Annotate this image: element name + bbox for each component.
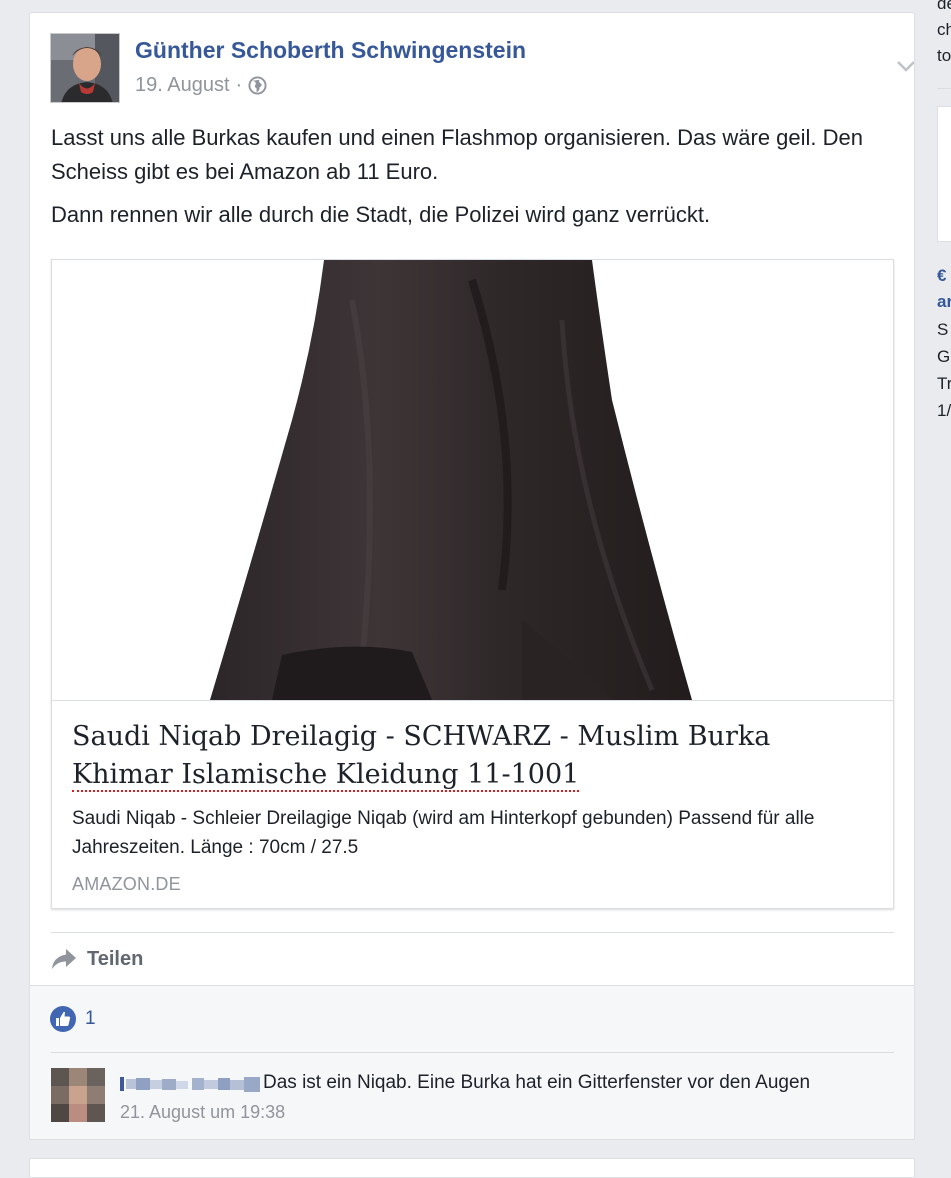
action-divider [51,932,894,933]
preview-domain: AMAZON.DE [72,874,181,894]
comment-divider [51,1052,894,1053]
post-date[interactable]: 19. August [135,74,230,97]
niqab-product-photo [210,260,692,700]
comment: Das ist ein Niqab. Eine Burka hat ein Gi… [51,1068,894,1128]
meta-separator: · [235,74,243,96]
next-post-card [29,1158,915,1178]
right-text-fragment: to [937,46,951,65]
pixelated-avatar [51,1068,105,1122]
right-text-fragment: Tr [937,374,951,393]
post-header: Günther Schoberth Schwingenstein 19. Aug… [50,33,914,105]
comment-timestamp[interactable]: 21. August um 19:38 [120,1102,285,1123]
post-meta: 19. August · [135,74,267,97]
share-button[interactable]: Teilen [51,943,143,975]
author-name[interactable]: Günther Schoberth Schwingenstein [135,37,526,64]
post-paragraph: Dann rennen wir alle durch die Stadt, di… [51,202,711,227]
post-paragraph: Lasst uns alle Burkas kaufen und einen F… [51,125,864,184]
preview-title-main: Saudi Niqab Dreilagig - SCHWARZ - Muslim… [72,721,771,752]
right-link-fragment[interactable]: ar [937,292,951,312]
preview-description: Saudi Niqab - Schleier Dreilagige Niqab … [72,808,815,858]
right-column-partial: de ch to € ar S G Tr 1/ [935,0,951,1170]
chevron-down-icon[interactable] [896,59,915,73]
right-text-fragment: 1/ [937,401,951,420]
reactions-comments-area: 1 Das ist ein Niqab. Eine Burka hat ein … [30,985,914,1139]
preview-title[interactable]: Saudi Niqab Dreilagig - SCHWARZ - Muslim… [72,718,832,794]
like-count: 1 [85,1008,96,1029]
share-arrow-icon [52,949,76,969]
commenter-name-redacted[interactable] [120,1074,264,1094]
link-preview[interactable]: Saudi Niqab Dreilagig - SCHWARZ - Muslim… [51,259,894,909]
author-avatar[interactable] [50,33,120,103]
reaction-summary[interactable]: 1 [50,1006,96,1032]
right-text-fragment: G [937,347,951,366]
preview-title-flagged: Khimar Islamische Kleidung 11-1001 [72,759,580,792]
right-link-fragment[interactable]: € [937,266,946,286]
share-label: Teilen [87,947,144,970]
right-text-fragment: S [937,320,949,339]
like-icon [50,1006,76,1032]
right-text-fragment: de [937,0,951,13]
right-text-fragment: ch [937,20,951,39]
commenter-avatar[interactable] [51,1068,105,1122]
right-divider [937,88,951,89]
right-ad-image[interactable] [937,106,951,242]
post-card: Günther Schoberth Schwingenstein 19. Aug… [29,12,915,1140]
author-photo [51,34,119,102]
preview-image [52,260,893,701]
comment-text: Das ist ein Niqab. Eine Burka hat ein Gi… [263,1072,811,1093]
post-text: Lasst uns alle Burkas kaufen und einen F… [51,121,881,241]
globe-icon[interactable] [248,76,267,95]
